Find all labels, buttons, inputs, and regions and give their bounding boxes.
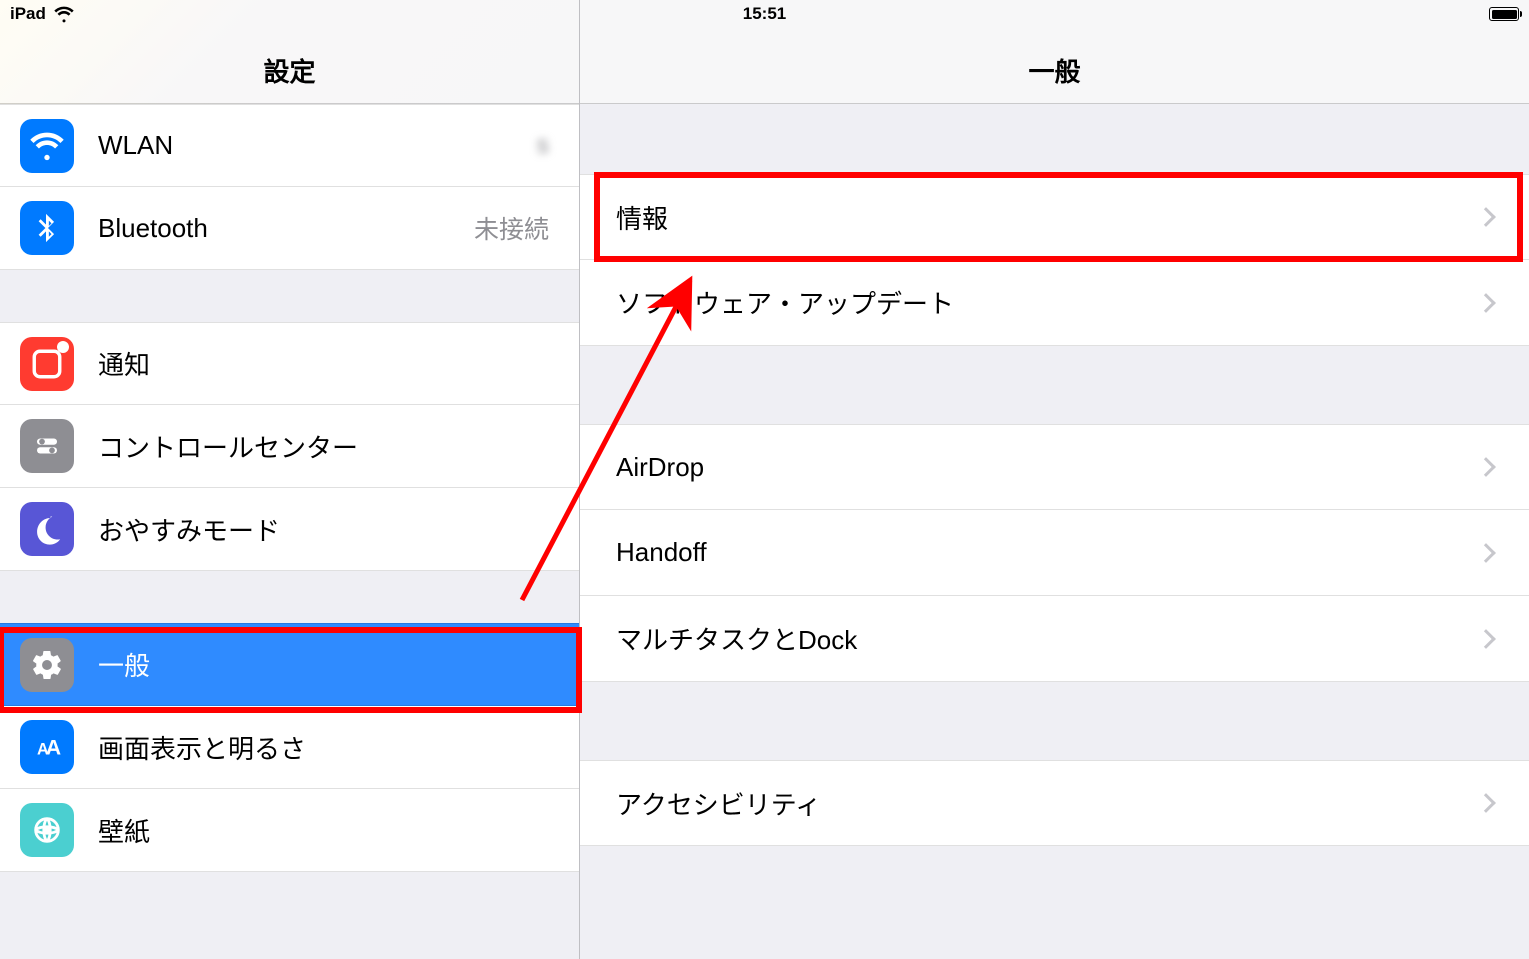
chevron-right-icon (1476, 543, 1496, 563)
chevron-right-icon (1476, 629, 1496, 649)
sidebar-item-label: 画面表示と明るさ (98, 729, 579, 766)
sidebar-item-label: WLAN (98, 130, 537, 161)
sidebar-item-label: 壁紙 (98, 812, 579, 849)
bluetooth-icon (20, 201, 74, 255)
chevron-right-icon (1476, 293, 1496, 313)
detail-item-label: ソフトウェア・アップデート (616, 284, 1479, 321)
chevron-right-icon (1476, 207, 1496, 227)
sidebar-item-label: 通知 (98, 345, 579, 382)
sidebar-item-bluetooth[interactable]: Bluetooth 未接続 (0, 187, 579, 270)
settings-sidebar: 設定 WLAN s Bluetooth 未接続 (0, 0, 580, 959)
sidebar-item-value: s (537, 131, 580, 160)
detail-item-label: Handoff (616, 537, 1479, 568)
detail-item-handoff[interactable]: Handoff (580, 510, 1529, 596)
detail-title: 一般 (1028, 52, 1080, 89)
gear-icon (20, 638, 74, 692)
sidebar-item-dnd[interactable]: おやすみモード (0, 488, 579, 571)
detail-pane: 一般 情報 ソフトウェア・アップデート AirDrop Handoff (580, 0, 1529, 959)
sidebar-item-label: Bluetooth (98, 213, 474, 244)
status-time: 15:51 (513, 4, 1016, 24)
detail-item-softwareupdate[interactable]: ソフトウェア・アップデート (580, 260, 1529, 346)
sidebar-item-label: 一般 (98, 646, 579, 683)
battery-icon (1489, 7, 1519, 21)
wifi-icon (54, 4, 74, 24)
detail-item-airdrop[interactable]: AirDrop (580, 424, 1529, 510)
detail-item-multitask[interactable]: マルチタスクとDock (580, 596, 1529, 682)
wifi-icon (20, 119, 74, 173)
sidebar-item-display[interactable]: AA 画面表示と明るさ (0, 706, 579, 789)
sidebar-item-label: コントロールセンター (98, 428, 579, 465)
detail-item-label: 情報 (616, 199, 1479, 236)
sidebar-item-general[interactable]: 一般 (0, 623, 579, 706)
detail-item-label: AirDrop (616, 452, 1479, 483)
sidebar-item-wallpaper[interactable]: 壁紙 (0, 789, 579, 872)
control-center-icon (20, 419, 74, 473)
sidebar-item-wlan[interactable]: WLAN s (0, 104, 579, 187)
chevron-right-icon (1476, 457, 1496, 477)
detail-item-accessibility[interactable]: アクセシビリティ (580, 760, 1529, 846)
wallpaper-icon (20, 803, 74, 857)
display-icon: AA (20, 720, 74, 774)
moon-icon (20, 502, 74, 556)
device-name: iPad (10, 4, 46, 24)
sidebar-item-label: おやすみモード (98, 511, 579, 548)
detail-item-about[interactable]: 情報 (580, 174, 1529, 260)
notifications-icon (20, 337, 74, 391)
detail-item-label: アクセシビリティ (616, 785, 1479, 822)
status-bar: iPad 15:51 (0, 0, 1529, 28)
svg-text:A: A (46, 736, 61, 760)
sidebar-item-controlcenter[interactable]: コントロールセンター (0, 405, 579, 488)
sidebar-item-notifications[interactable]: 通知 (0, 322, 579, 405)
sidebar-title: 設定 (263, 52, 315, 89)
chevron-right-icon (1476, 793, 1496, 813)
detail-item-label: マルチタスクとDock (616, 620, 1479, 657)
sidebar-item-value: 未接続 (474, 210, 579, 246)
